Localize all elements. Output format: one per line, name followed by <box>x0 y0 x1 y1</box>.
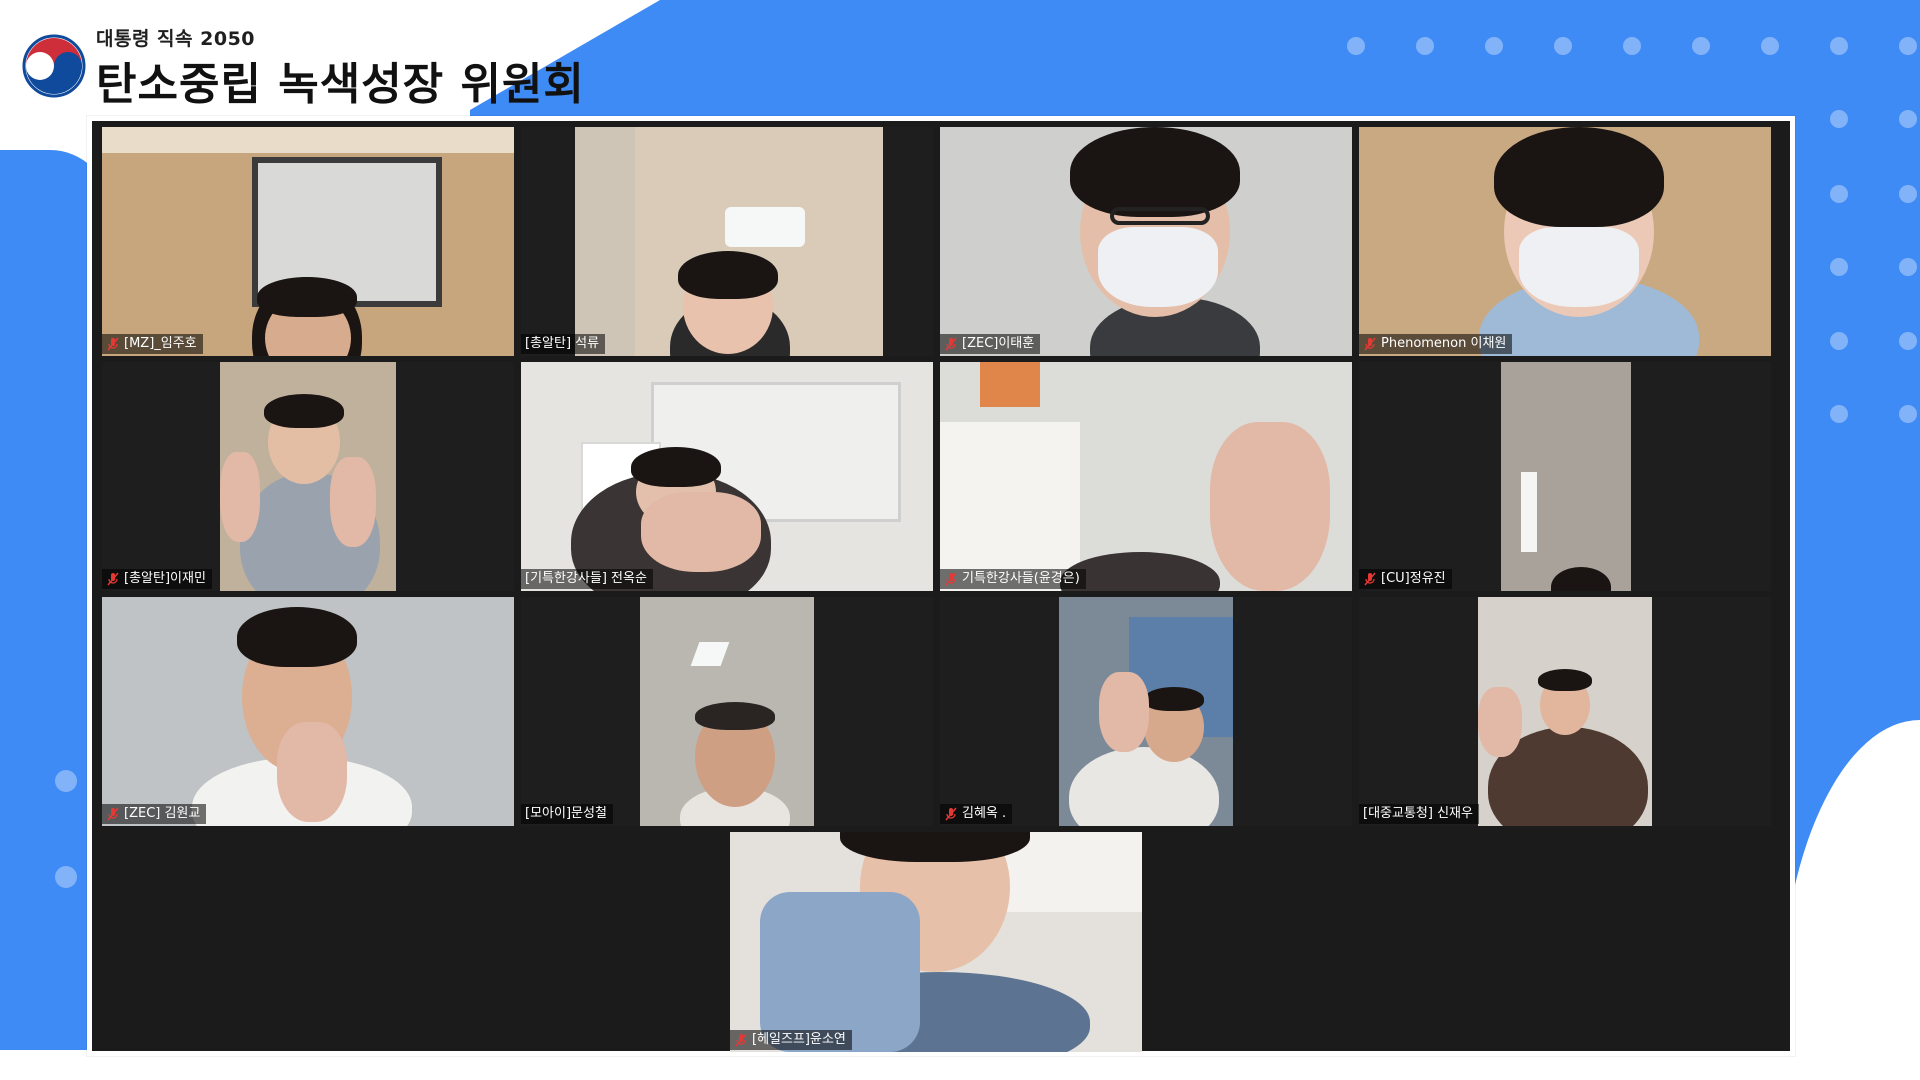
participant-tile[interactable]: 기특한강사들(윤경은) <box>940 362 1352 591</box>
participant-tile[interactable]: Phenomenon 이채원 <box>1359 127 1771 356</box>
participant-name: [ZEC] 김원교 <box>124 806 201 821</box>
participant-name: [대중교통청] 신재우 <box>1363 806 1473 821</box>
muted-mic-icon <box>107 572 119 586</box>
muted-mic-icon <box>945 337 957 351</box>
taegeuk-emblem-icon <box>22 34 86 98</box>
muted-mic-icon <box>1364 572 1376 586</box>
participant-tile[interactable]: [총알탄]이재민 <box>102 362 514 591</box>
muted-mic-icon <box>107 337 119 351</box>
participant-name: Phenomenon 이채원 <box>1381 336 1507 351</box>
participant-tile[interactable]: [MZ]_임주호 <box>102 127 514 356</box>
participant-name: [CU]정유진 <box>1381 571 1446 586</box>
participant-name: [MZ]_임주호 <box>124 336 197 351</box>
participant-name-label: 기특한강사들(윤경은) <box>940 569 1086 589</box>
participant-tile[interactable]: [ZEC]이태훈 <box>940 127 1352 356</box>
participant-name: [모아이]문성철 <box>525 806 607 821</box>
muted-mic-icon <box>945 572 957 586</box>
logo-title: 탄소중립 녹색성장 위원회 <box>96 59 585 110</box>
participant-name-label: [CU]정유진 <box>1359 569 1452 589</box>
participant-name: 기특한강사들(윤경은) <box>962 571 1080 586</box>
participant-tile[interactable]: [CU]정유진 <box>1359 362 1771 591</box>
participant-name-label: [헤일즈프]윤소연 <box>730 1030 852 1050</box>
muted-mic-icon <box>735 1033 747 1047</box>
participant-name: [총알탄] 석류 <box>525 336 600 351</box>
participant-tile[interactable]: [모아이]문성철 <box>521 597 933 826</box>
video-conference-grid: [MZ]_임주호 [총알탄] 석류 [ZEC]이태훈 Phenomenon 이채… <box>87 116 1795 1056</box>
logo-subtitle: 대통령 직속 2050 <box>96 28 256 50</box>
muted-mic-icon <box>1364 337 1376 351</box>
participant-tile[interactable]: [기특한강사들] 전옥순 <box>521 362 933 591</box>
participant-name-label: [ZEC]이태훈 <box>940 334 1041 354</box>
participant-tile[interactable]: [대중교통청] 신재우 <box>1359 597 1771 826</box>
muted-mic-icon <box>107 807 119 821</box>
participant-name-label: 김혜옥 . <box>940 804 1013 824</box>
participant-name-label: [모아이]문성철 <box>521 804 613 824</box>
participant-name: [ZEC]이태훈 <box>962 336 1035 351</box>
participant-name-label: [기특한강사들] 전옥순 <box>521 569 653 589</box>
participant-name: 김혜옥 . <box>962 806 1007 821</box>
participant-name-label: [ZEC] 김원교 <box>102 804 207 824</box>
participant-name-label: [총알탄]이재민 <box>102 569 212 589</box>
participant-name-label: [총알탄] 석류 <box>521 334 606 354</box>
participant-name-label: [대중교통청] 신재우 <box>1359 804 1479 824</box>
committee-logo: 대통령 직속 2050 탄소중립 녹색성장 위원회 <box>20 22 584 112</box>
participant-name: [총알탄]이재민 <box>124 571 206 586</box>
participant-name-label: [MZ]_임주호 <box>102 334 203 354</box>
participant-tile[interactable]: [ZEC] 김원교 <box>102 597 514 826</box>
participant-name: [헤일즈프]윤소연 <box>752 1032 846 1047</box>
participant-tile[interactable]: 김혜옥 . <box>940 597 1352 826</box>
participant-name-label: Phenomenon 이채원 <box>1359 334 1513 354</box>
participant-tile[interactable]: [총알탄] 석류 <box>521 127 933 356</box>
participant-tile[interactable]: [헤일즈프]윤소연 <box>730 832 1142 1052</box>
participant-name: [기특한강사들] 전옥순 <box>525 571 647 586</box>
muted-mic-icon <box>945 807 957 821</box>
